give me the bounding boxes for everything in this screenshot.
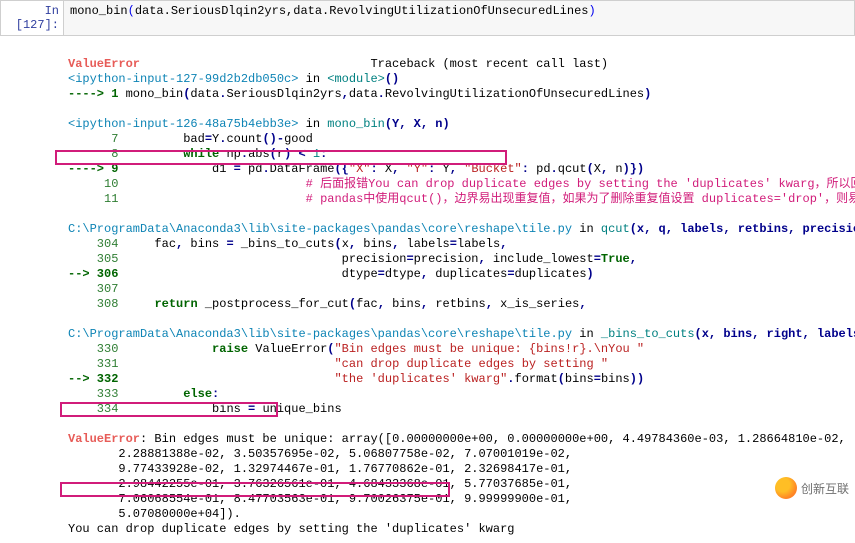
error-name: ValueError [68,57,140,71]
final-error-msg: : Bin edges must be unique: [140,432,334,446]
code-text: mono_bin(data.SeriousDlqin2yrs,data.Revo… [70,4,596,18]
watermark: 创新互联 [775,477,849,499]
arrow-306: --> 306 [68,267,118,281]
frame4-path: C:\ProgramData\Anaconda3\lib\site-packag… [68,327,572,341]
cell-prompt: In [127]: [1,1,63,35]
code-cell: In [127]: mono_bin(data.SeriousDlqin2yrs… [0,0,855,36]
frame2-loc: <ipython-input-126-48a75b4ebb3e> [68,117,298,131]
code-input-area[interactable]: mono_bin(data.SeriousDlqin2yrs,data.Revo… [63,1,854,35]
frame1-loc: <ipython-input-127-99d2b2db050c> [68,72,298,86]
arrow-332: --> 332 [68,372,118,386]
traceback-label: Traceback (most recent call last) [370,57,608,71]
frame3-path: C:\ProgramData\Anaconda3\lib\site-packag… [68,222,572,236]
final-error-tail: You can drop duplicate edges by setting … [68,522,514,536]
final-error-name: ValueError [68,432,140,446]
output-traceback: ValueError Traceback (most recent call l… [62,36,855,543]
watermark-logo-icon [775,477,797,499]
watermark-text: 创新互联 [801,480,849,497]
arrow-1: ----> 1 [68,87,126,101]
arrow-9: ----> 9 [68,162,118,176]
